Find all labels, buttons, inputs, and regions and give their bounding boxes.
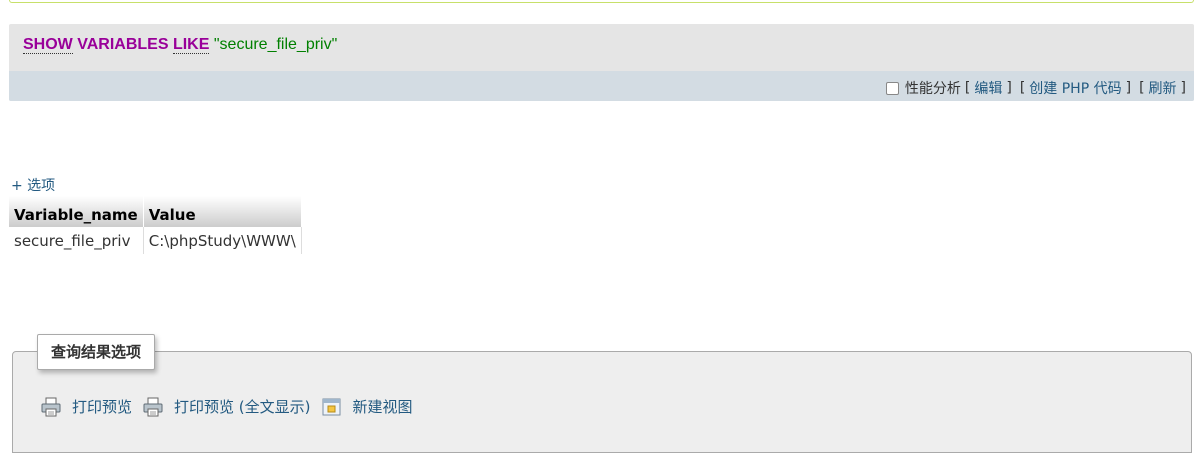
print-preview-button[interactable]: 打印预览 (40, 396, 132, 417)
print-preview-full-text-label: 打印预览 (全文显示) (174, 398, 311, 416)
profiling-checkbox[interactable] (885, 81, 899, 95)
cell-value[interactable]: C:\phpStudy\WWW\ (143, 227, 302, 254)
table-row[interactable]: secure_file_priv C:\phpStudy\WWW\ (9, 227, 302, 254)
previous-message-box (9, 0, 1194, 3)
print-preview-label: 打印预览 (72, 398, 133, 416)
printer-icon (40, 397, 62, 417)
sql-keyword-variables: VARIABLES (77, 36, 169, 53)
bracket-open: [ (1139, 80, 1145, 96)
query-results-options-legend: 查询结果选项 (37, 334, 156, 370)
sql-string-literal: "secure_file_priv" (213, 36, 338, 53)
column-header-value[interactable]: Value (143, 196, 302, 227)
sql-query-text: SHOW VARIABLES LIKE "secure_file_priv" (23, 36, 337, 54)
result-table: Variable_name Value secure_file_priv C:\… (9, 196, 302, 254)
edit-link[interactable]: 编辑 (974, 78, 1002, 98)
create-view-label: 新建视图 (352, 398, 413, 416)
profiling-label[interactable]: 性能分析 (905, 78, 961, 98)
bracket-open: [ (1019, 80, 1026, 96)
printer-icon (142, 397, 164, 417)
sql-keyword-like[interactable]: LIKE (172, 36, 210, 54)
bracket-open: [ (964, 80, 971, 96)
bracket-close: ] (1125, 80, 1132, 96)
print-preview-full-text-button[interactable]: 打印预览 (全文显示) (142, 396, 311, 417)
bracket-close: ] (1006, 80, 1012, 96)
table-header-row: Variable_name Value (9, 196, 302, 227)
refresh-link[interactable]: 刷新 (1149, 78, 1177, 98)
create-php-code-link[interactable]: 创建 PHP 代码 (1029, 78, 1121, 98)
query-results-actions: 打印预览 打印预览 (全文显示) 新建视图 (40, 396, 423, 417)
options-toggle-link[interactable]: + 选项 (11, 175, 55, 195)
view-icon (321, 397, 343, 417)
column-header-variable-name[interactable]: Variable_name (9, 196, 144, 227)
bracket-close: ] (1180, 80, 1186, 96)
sql-keyword-show[interactable]: SHOW (23, 36, 73, 54)
create-view-button[interactable]: 新建视图 (321, 396, 413, 417)
cell-variable-name[interactable]: secure_file_priv (9, 227, 144, 254)
sql-query-box: SHOW VARIABLES LIKE "secure_file_priv" 性… (9, 24, 1194, 101)
sql-toolbar: 性能分析 [编辑] [创建 PHP 代码] [刷新] (9, 71, 1194, 101)
